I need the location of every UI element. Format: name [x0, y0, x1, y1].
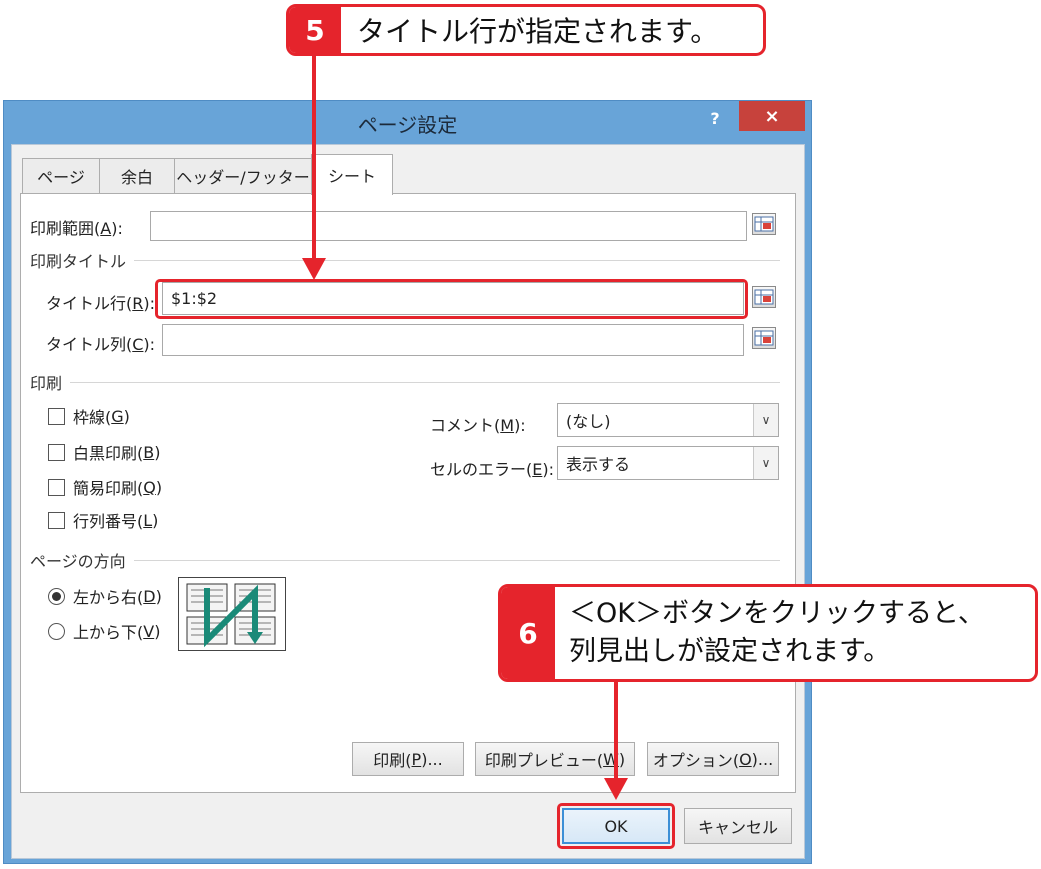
help-button[interactable]: ?: [700, 104, 730, 132]
callout-step-6-number: 6: [501, 587, 555, 679]
print-group: 印刷: [30, 370, 780, 394]
chevron-down-icon[interactable]: ∨: [753, 447, 778, 479]
comments-label: コメント(M):: [430, 416, 526, 435]
tab-page[interactable]: ページ: [22, 158, 100, 193]
cell-errors-label: セルのエラー(E):: [430, 460, 554, 479]
cell-errors-select[interactable]: 表示する ∨: [557, 446, 779, 480]
chevron-down-icon[interactable]: ∨: [753, 404, 778, 436]
radio-top-to-bottom[interactable]: 上から下(V): [48, 619, 160, 643]
cell-errors-value: 表示する: [566, 455, 631, 474]
title-columns-range-button[interactable]: [752, 327, 776, 349]
cancel-button[interactable]: キャンセル: [684, 808, 792, 844]
callout-5-arrowhead: [302, 258, 326, 280]
callout-5-connector: [312, 56, 316, 260]
radio-circle[interactable]: [48, 587, 65, 605]
print-area-label: 印刷範囲(A):: [30, 219, 123, 238]
print-button[interactable]: 印刷(P)...: [352, 742, 464, 776]
range-select-icon: [754, 289, 774, 305]
tab-sheet[interactable]: シート: [311, 154, 393, 195]
callout-step-5-text: タイトル行が指定されます。: [357, 15, 719, 48]
callout-6-connector: [614, 682, 618, 780]
callout-step-6: 6 ＜OK＞ボタンをクリックすると、 列見出しが設定されます。: [498, 584, 1038, 682]
page-order-icon: [186, 583, 276, 648]
options-button[interactable]: オプション(O)...: [647, 742, 779, 776]
checkbox-row-column-headings[interactable]: 行列番号(L): [48, 508, 158, 532]
title-columns-label: タイトル列(C):: [46, 335, 156, 354]
ok-button-highlight: [557, 803, 675, 849]
title-rows-highlight: [155, 279, 748, 319]
title-columns-input[interactable]: [162, 324, 744, 356]
comments-value: (なし): [566, 412, 611, 431]
callout-step-6-text: ＜OK＞ボタンをクリックすると、 列見出しが設定されます。: [569, 587, 985, 679]
range-select-icon: [754, 216, 774, 232]
callout-step-5: 5 タイトル行が指定されます。: [286, 4, 766, 56]
dialog-title: ページ設定: [357, 112, 458, 137]
checkbox-box[interactable]: [48, 407, 65, 425]
checkbox-gridlines[interactable]: 枠線(G): [48, 404, 130, 428]
print-area-input[interactable]: [150, 211, 747, 241]
tab-margins[interactable]: 余白: [99, 158, 175, 193]
title-rows-label: タイトル行(R):: [46, 294, 156, 313]
print-area-range-button[interactable]: [752, 213, 776, 235]
checkbox-black-and-white[interactable]: 白黒印刷(B): [48, 440, 160, 464]
print-titles-group: 印刷タイトル: [30, 248, 780, 272]
title-rows-range-button[interactable]: [752, 286, 776, 308]
radio-circle[interactable]: [48, 622, 65, 640]
radio-left-to-right[interactable]: 左から右(D): [48, 584, 162, 608]
tab-header-footer[interactable]: ヘッダー/フッター: [174, 158, 312, 193]
checkbox-box[interactable]: [48, 511, 65, 529]
checkbox-box[interactable]: [48, 478, 65, 496]
close-button[interactable]: ×: [739, 101, 805, 131]
checkbox-draft-quality[interactable]: 簡易印刷(Q): [48, 475, 162, 499]
page-order-group: ページの方向: [30, 548, 780, 572]
page-order-preview: [178, 577, 286, 651]
callout-step-5-number: 5: [289, 7, 341, 53]
range-select-icon: [754, 330, 774, 346]
callout-step-6-line1: ＜OK＞ボタンをクリックすると、: [569, 598, 985, 629]
callout-6-arrowhead: [604, 778, 628, 800]
comments-select[interactable]: (なし) ∨: [557, 403, 779, 437]
print-preview-button[interactable]: 印刷プレビュー(W): [475, 742, 635, 776]
callout-step-6-line2: 列見出しが設定されます。: [569, 636, 891, 667]
checkbox-box[interactable]: [48, 443, 65, 461]
